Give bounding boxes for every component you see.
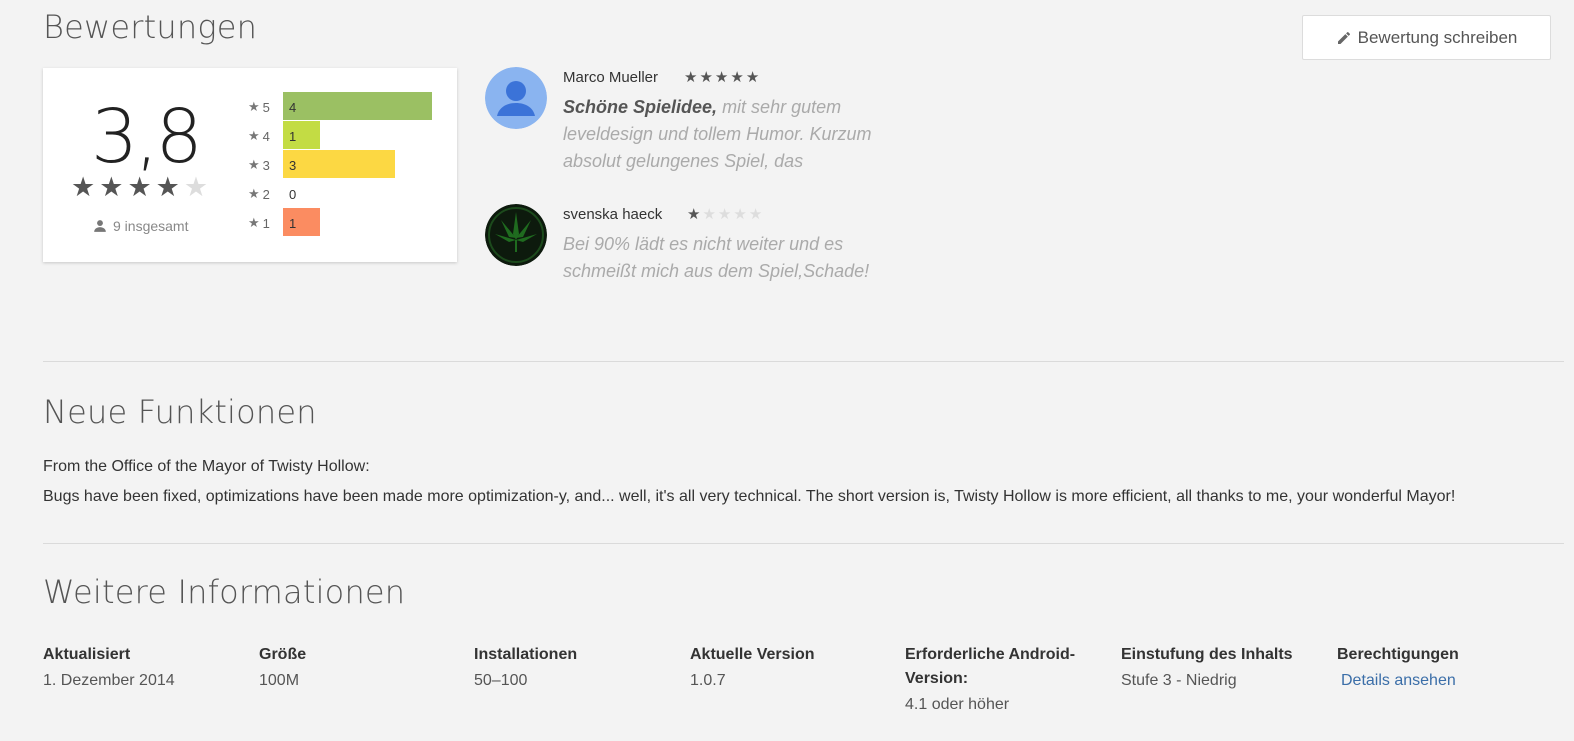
whats-new-line: Bugs have been fixed, optimizations have… <box>43 488 1456 505</box>
star-icon: ★ <box>248 128 260 143</box>
histogram-count: 1 <box>289 129 297 144</box>
info-label: Einstufung des Inhalts <box>1121 646 1293 663</box>
info-value: 100M <box>259 672 300 689</box>
review-stars: ★ ★ ★ ★ ★ <box>684 69 759 87</box>
review-title: Schöne Spielidee, <box>563 97 718 117</box>
histogram-count: 1 <box>289 216 297 231</box>
star-filled-icon: ★ <box>745 69 760 86</box>
histogram-row: ★ 2 0 <box>248 179 448 208</box>
histogram-bar <box>283 92 432 120</box>
whats-new-line: From the Office of the Mayor of Twisty H… <box>43 458 370 475</box>
histogram-star-label: ★ 2 <box>248 186 270 202</box>
star-filled-icon: ★ <box>99 172 124 202</box>
whats-new-heading: Neue Funktionen <box>43 393 317 431</box>
info-content-rating: Einstufung des Inhalts Stufe 3 - Niedrig <box>1121 643 1321 693</box>
histogram-star-number: 4 <box>262 128 270 144</box>
info-label: Aktualisiert <box>43 646 131 663</box>
info-label: Aktuelle Version <box>690 646 815 663</box>
histogram-row: ★ 4 1 <box>248 121 448 150</box>
info-installs: Installationen 50–100 <box>474 643 674 693</box>
info-label: Berechtigungen <box>1337 646 1459 663</box>
star-icon: ★ <box>248 186 260 201</box>
info-label: Erforderliche Android-Version: <box>905 646 1076 687</box>
info-updated: Aktualisiert 1. Dezember 2014 <box>43 643 243 693</box>
whats-new-text: From the Office of the Mayor of Twisty H… <box>43 452 1455 512</box>
write-review-button[interactable]: Bewertung schreiben <box>1302 15 1551 60</box>
histogram-star-label: ★ 1 <box>248 215 270 231</box>
histogram-star-label: ★ 4 <box>248 128 270 144</box>
star-filled-icon: ★ <box>155 172 180 202</box>
star-filled-icon: ★ <box>699 69 713 86</box>
review-text: Bei 90% lädt es nicht weiter und es schm… <box>563 231 903 285</box>
info-permissions: Berechtigungen Details ansehen <box>1337 643 1537 693</box>
info-size: Größe 100M <box>259 643 459 693</box>
histogram-star-number: 1 <box>262 215 270 231</box>
star-empty-icon: ★ <box>733 206 747 223</box>
review-author[interactable]: Marco Mueller <box>563 69 658 86</box>
review-text: Schöne Spielidee, mit sehr gutem levelde… <box>563 94 903 175</box>
review-author[interactable]: svenska haeck <box>563 206 662 223</box>
histogram-star-label: ★ 3 <box>248 157 270 173</box>
info-value: 1. Dezember 2014 <box>43 672 175 689</box>
default-person-avatar <box>485 67 547 129</box>
star-icon: ★ <box>248 99 260 114</box>
person-icon <box>94 220 106 232</box>
star-empty-icon: ★ <box>183 172 209 202</box>
star-icon: ★ <box>248 157 260 172</box>
histogram-star-number: 3 <box>262 157 270 173</box>
average-score: 3,8 <box>91 94 203 180</box>
info-android-version: Erforderliche Android-Version: 4.1 oder … <box>905 643 1095 717</box>
star-empty-icon: ★ <box>717 206 732 223</box>
total-ratings-text: 9 insgesamt <box>113 218 189 234</box>
star-filled-icon: ★ <box>730 69 744 86</box>
histogram-row: ★ 3 3 <box>248 150 448 179</box>
histogram-star-label: ★ 5 <box>248 99 270 115</box>
reviews-heading: Bewertungen <box>43 8 258 46</box>
review-body: Bei 90% lädt es nicht weiter und es schm… <box>563 234 870 281</box>
star-empty-icon: ★ <box>702 206 716 223</box>
star-filled-icon: ★ <box>687 206 701 223</box>
star-icon: ★ <box>248 215 260 230</box>
section-divider <box>43 361 1564 362</box>
star-filled-icon: ★ <box>714 69 729 86</box>
average-stars: ★ ★ ★ ★ ★ <box>71 174 208 201</box>
rating-summary-card: 3,8 ★ ★ ★ ★ ★ 9 insgesamt ★ 5 4 ★ 4 1 ★ 3 3 ★ 2 0 ★ 1 1 <box>43 68 457 262</box>
star-filled-icon: ★ <box>71 172 96 202</box>
histogram-row: ★ 5 4 <box>248 92 448 121</box>
histogram-count: 3 <box>289 158 297 173</box>
star-filled-icon: ★ <box>684 69 698 86</box>
total-ratings: 9 insgesamt <box>93 218 188 234</box>
info-value: 4.1 oder höher <box>905 696 1010 713</box>
histogram-star-number: 5 <box>262 99 270 115</box>
info-label: Größe <box>259 646 307 663</box>
section-divider <box>43 543 1564 544</box>
more-info-heading: Weitere Informationen <box>43 573 406 611</box>
info-version: Aktuelle Version 1.0.7 <box>690 643 890 693</box>
info-value: 50–100 <box>474 672 528 689</box>
info-value: 1.0.7 <box>690 672 726 689</box>
histogram-star-number: 2 <box>262 186 270 202</box>
star-filled-icon: ★ <box>127 172 152 202</box>
info-value: Stufe 3 - Niedrig <box>1121 672 1237 689</box>
histogram-bar <box>283 150 395 178</box>
write-review-label: Bewertung schreiben <box>1357 27 1518 47</box>
histogram-row: ★ 1 1 <box>248 208 448 237</box>
histogram-count: 4 <box>289 100 297 115</box>
pencil-icon <box>1337 31 1350 44</box>
leaf-avatar <box>485 204 547 266</box>
review-stars: ★ ★ ★ ★ ★ <box>687 206 762 224</box>
permissions-details-link[interactable]: Details ansehen <box>1341 669 1537 693</box>
info-label: Installationen <box>474 646 578 663</box>
histogram-count: 0 <box>289 187 297 202</box>
star-empty-icon: ★ <box>748 206 763 223</box>
